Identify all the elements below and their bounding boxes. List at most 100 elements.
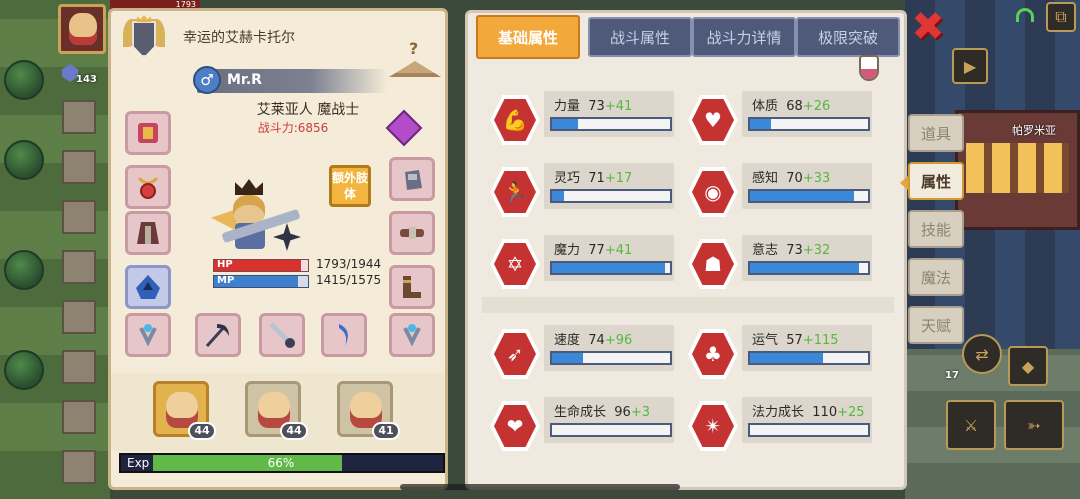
- tab-basic-attributes[interactable]: 基础属性: [476, 15, 580, 59]
- stat-name: 法力成长: [752, 405, 805, 420]
- equip-slot-ring-1[interactable]: [125, 313, 171, 357]
- equip-slot-helmet[interactable]: [125, 265, 171, 309]
- stat-label: 法力成长 110+25: [752, 401, 865, 420]
- stat-progress-bar: [550, 261, 672, 275]
- ring-icon: [403, 324, 421, 347]
- play-button[interactable]: ▶: [952, 48, 988, 84]
- bow-attack-button[interactable]: ➳: [1004, 400, 1064, 450]
- hp-value: 1793/1944: [316, 257, 382, 271]
- stat-bonus-value: +3: [630, 405, 650, 420]
- stat-bonus-value: +25: [837, 405, 865, 420]
- stat-bonus-value: +32: [802, 243, 831, 258]
- stat-label: 生命成长 96+3: [554, 401, 650, 420]
- tab-limit-break[interactable]: 极限突破: [796, 17, 900, 57]
- stat-progress-bar: [550, 117, 672, 131]
- stat-name: 生命成长: [554, 405, 607, 420]
- hp-bar: HP: [213, 259, 309, 272]
- stat-progress-bar: [550, 423, 672, 437]
- hud-level-value: 143: [76, 74, 97, 85]
- wall-tile: [62, 350, 96, 384]
- party-member-1[interactable]: 44: [153, 381, 216, 440]
- stat-icon-inner: ♥: [692, 99, 734, 141]
- head-will-icon[interactable]: ☗: [688, 239, 738, 289]
- wifi-icon: [1016, 8, 1034, 22]
- equip-slot-belt[interactable]: [389, 211, 435, 255]
- eye-icon[interactable]: ◉: [688, 167, 738, 217]
- stat-progress-fill: [552, 263, 666, 273]
- sword-attack-button[interactable]: ⚔: [946, 400, 996, 450]
- party-level-badge: 44: [280, 422, 308, 440]
- tab-combat-attributes[interactable]: 战斗属性: [588, 17, 692, 57]
- stat-label: 速度 74+96: [554, 329, 632, 348]
- clover-icon[interactable]: ♣: [688, 329, 738, 379]
- party-strip: 44 44 41: [111, 373, 445, 451]
- stat-label: 意志 73+32: [752, 239, 830, 258]
- stat-base-value: 71: [588, 171, 605, 186]
- emblem-crown-icon: [137, 15, 151, 22]
- hanger-icon: [389, 61, 441, 77]
- wall-tile: [62, 300, 96, 334]
- hexagram-icon[interactable]: ✡: [490, 239, 540, 289]
- mana-growth-icon[interactable]: ✴: [688, 401, 738, 451]
- life-growth-icon[interactable]: ❤: [490, 401, 540, 451]
- item-count: 17: [945, 370, 959, 381]
- tree-sprite: [4, 60, 44, 100]
- skill-slot-button[interactable]: ◆: [1008, 346, 1048, 386]
- map-location-label: 帕罗米亚: [1012, 124, 1056, 137]
- stat-bonus-value: +41: [604, 243, 633, 258]
- side-tab-magic[interactable]: 魔法: [908, 258, 964, 296]
- exp-bar: Exp 66%: [119, 453, 445, 473]
- robe-armor-icon: [137, 222, 159, 244]
- stat-name: 感知: [752, 171, 779, 186]
- equip-slot-cape[interactable]: [125, 111, 171, 155]
- swap-button[interactable]: ⇄: [962, 334, 1002, 374]
- blue-hood-icon: [136, 275, 160, 299]
- stat-label: 运气 57+115: [752, 329, 839, 348]
- stat-label: 灵巧 71+17: [554, 167, 632, 186]
- equip-slot-offhand[interactable]: [259, 313, 305, 357]
- side-tab-attributes[interactable]: 属性: [900, 162, 964, 200]
- wardrobe-hanger-button[interactable]: ?: [387, 39, 443, 81]
- stat-bonus-value: +26: [802, 99, 831, 114]
- stat-progress-bar: [748, 351, 870, 365]
- side-tab-talents[interactable]: 天赋: [908, 306, 964, 344]
- mp-value: 1415/1575: [316, 273, 382, 287]
- party-member-2[interactable]: 44: [245, 381, 308, 440]
- stat-name: 意志: [752, 243, 779, 258]
- wall-tile: [62, 450, 96, 484]
- tab-power-details[interactable]: 战斗力详情: [692, 17, 796, 57]
- running-man-icon[interactable]: 🏃: [490, 167, 540, 217]
- equip-slot-amulet[interactable]: [125, 165, 171, 209]
- stat-label: 力量 73+41: [554, 95, 632, 114]
- stat-name: 运气: [752, 333, 779, 348]
- sword-icon: [269, 322, 295, 348]
- stat-bonus-value: +17: [604, 171, 633, 186]
- party-level-badge: 41: [372, 422, 400, 440]
- player-avatar[interactable]: [58, 4, 106, 54]
- party-member-3[interactable]: 41: [337, 381, 400, 440]
- extra-limb-button[interactable]: 额外肢体: [329, 165, 371, 207]
- potion-button[interactable]: [854, 53, 884, 87]
- blue-bracer-icon: [339, 324, 348, 346]
- equip-slot-ring-2[interactable]: [389, 313, 435, 357]
- muscle-icon[interactable]: 💪: [490, 95, 540, 145]
- equip-slot-armor[interactable]: [125, 211, 171, 255]
- equip-slot-boots[interactable]: [389, 265, 435, 309]
- stat-progress-bar: [748, 423, 870, 437]
- stat-name: 灵巧: [554, 171, 581, 186]
- stat-progress-fill: [552, 191, 564, 201]
- wall-tile: [62, 150, 96, 184]
- avatar-face: [69, 13, 97, 45]
- close-icon[interactable]: ✖: [908, 7, 948, 50]
- heart-body-icon[interactable]: ♥: [688, 95, 738, 145]
- name-bar: [197, 69, 387, 93]
- wall-tile: [62, 100, 96, 134]
- speed-wing-icon[interactable]: ➶: [490, 329, 540, 379]
- equip-slot-accessory[interactable]: [321, 313, 367, 357]
- guild-emblem-icon[interactable]: [123, 15, 165, 67]
- equip-slot-gloves[interactable]: [389, 157, 435, 201]
- side-tab-skills[interactable]: 技能: [908, 210, 964, 248]
- equip-slot-weapon[interactable]: [195, 313, 241, 357]
- side-tab-items[interactable]: 道具: [908, 114, 964, 152]
- minimap-toggle-button[interactable]: ⧉: [1046, 2, 1076, 32]
